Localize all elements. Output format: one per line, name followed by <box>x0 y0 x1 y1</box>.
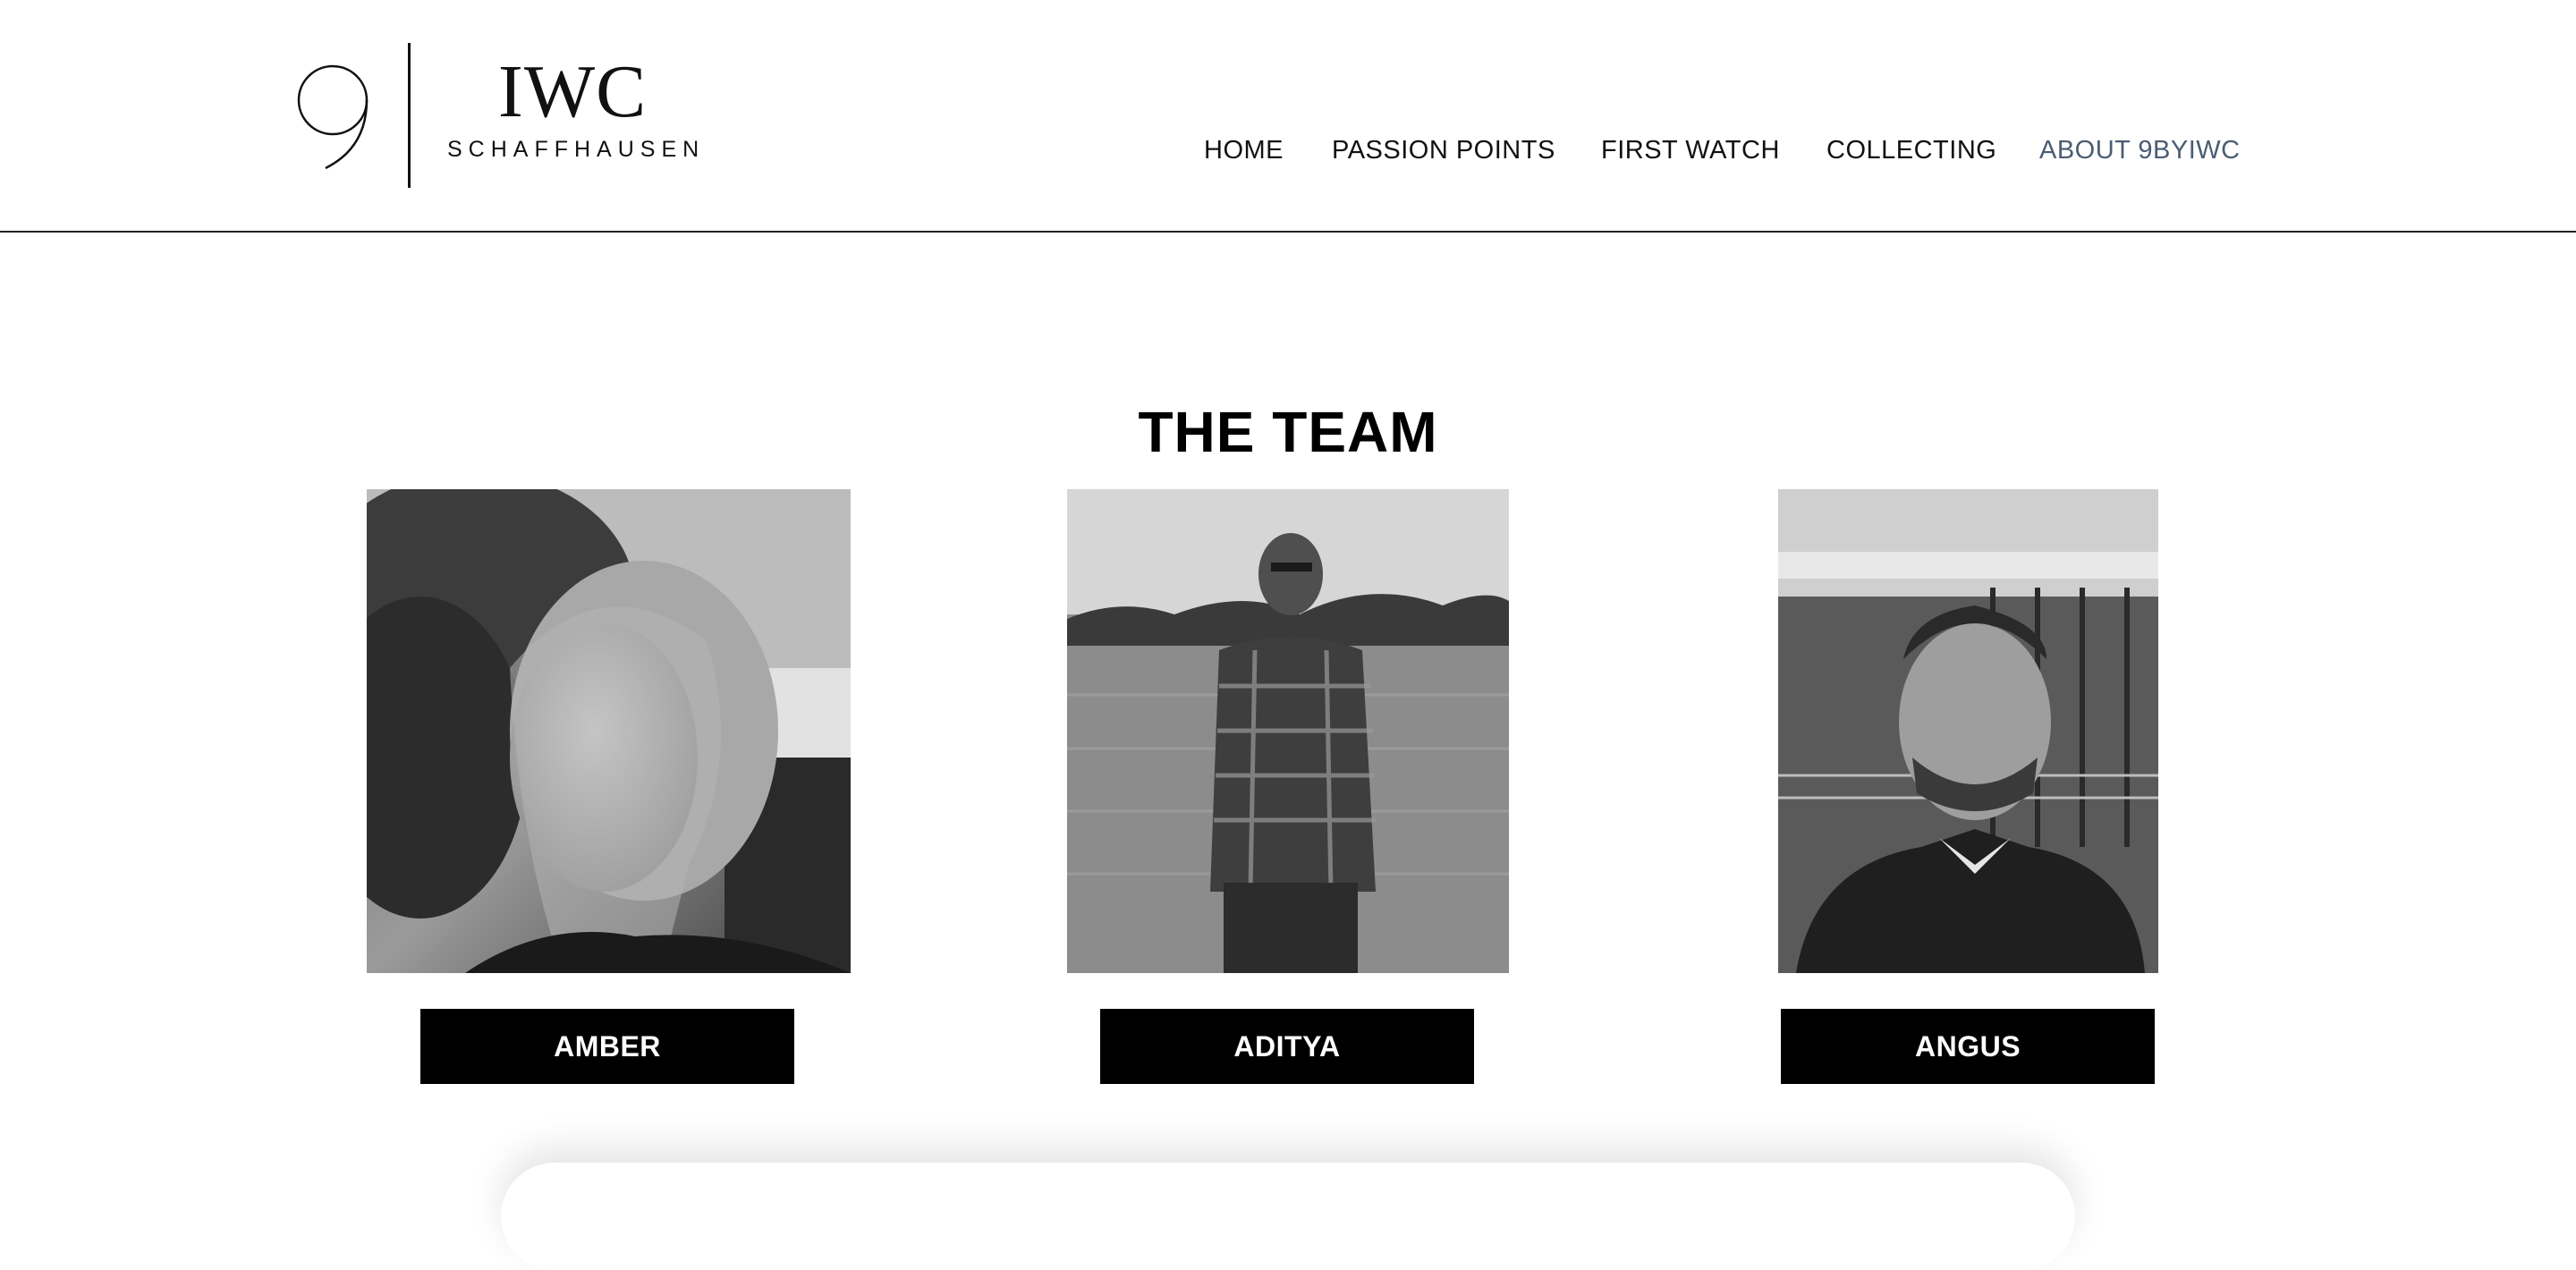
team-member-button-aditya[interactable]: ADITYA <box>1100 1009 1474 1084</box>
nav-item-passion-points[interactable]: PASSION POINTS <box>1332 132 1555 168</box>
nav-item-first-watch[interactable]: FIRST WATCH <box>1601 132 1780 168</box>
next-section-panel <box>501 1163 2075 1270</box>
main-nav: HOME PASSION POINTS FIRST WATCH COLLECTI… <box>0 132 2576 168</box>
team-member-button-angus[interactable]: ANGUS <box>1781 1009 2155 1084</box>
team-member-button-amber[interactable]: AMBER <box>420 1009 794 1084</box>
angus-portrait-photo <box>1778 489 2158 973</box>
page-title: THE TEAM <box>1138 399 1438 464</box>
aditya-portrait-photo <box>1067 489 1509 973</box>
nav-item-home[interactable]: HOME <box>1204 132 1284 168</box>
brand-logo-text[interactable]: IWC <box>447 52 698 132</box>
amber-portrait-photo <box>367 489 851 973</box>
nav-item-about-9byiwc[interactable]: ABOUT 9BYIWC <box>2039 132 2241 168</box>
site-header: IWC SCHAFFHAUSEN HOME PASSION POINTS FIR… <box>0 0 2576 233</box>
nav-item-collecting[interactable]: COLLECTING <box>1826 132 1996 168</box>
